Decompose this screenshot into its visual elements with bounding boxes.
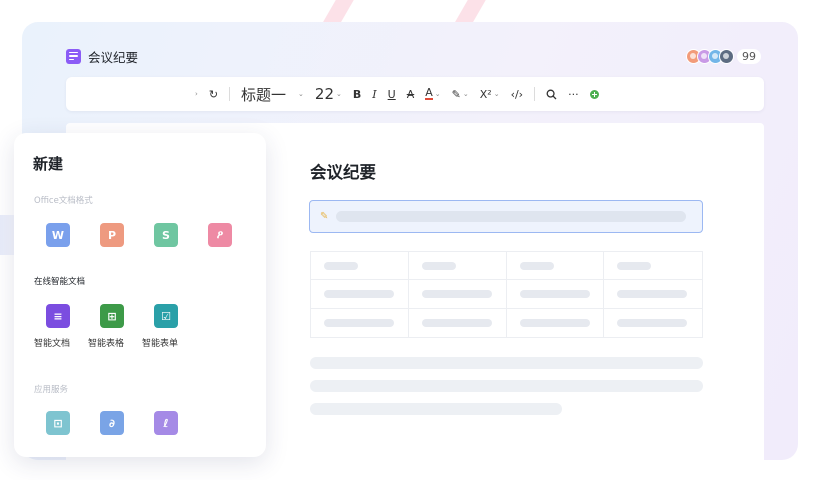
word-icon: W bbox=[46, 223, 70, 247]
chevron-down-icon: ⌄ bbox=[462, 90, 469, 98]
code-button[interactable]: ‹/› bbox=[511, 88, 524, 101]
app-items: ⊡ ∂ ℓ bbox=[34, 411, 196, 435]
insert-button[interactable] bbox=[589, 89, 599, 99]
highlighter-icon: ✎ bbox=[451, 87, 461, 101]
smart-section-label: 在线智能文档 bbox=[34, 277, 86, 287]
bold-button[interactable]: B bbox=[353, 88, 361, 101]
font-color-button[interactable]: A ⌄ bbox=[425, 86, 441, 100]
smart-items: ≡ 智能文档 ⊞ 智能表格 ☑ 智能表单 bbox=[34, 304, 196, 349]
table-cell bbox=[604, 280, 702, 309]
new-smart-doc[interactable]: ≡ 智能文档 bbox=[34, 304, 88, 349]
office-section-label: Office文档格式 bbox=[34, 196, 93, 206]
smart-sheet-icon: ⊞ bbox=[100, 304, 124, 328]
panel-title: 新建 bbox=[33, 155, 64, 173]
cell-skeleton bbox=[324, 289, 394, 298]
underline-button[interactable]: U bbox=[388, 88, 396, 101]
toolbar-divider bbox=[229, 87, 231, 101]
smart-form-label: 智能表单 bbox=[142, 339, 179, 349]
new-sheet-doc[interactable]: S bbox=[142, 223, 196, 247]
chevron-down-icon: ⌄ bbox=[493, 90, 500, 98]
cell-skeleton bbox=[519, 289, 590, 298]
font-color-icon: A bbox=[425, 86, 433, 100]
table-cell bbox=[604, 309, 702, 337]
pencil-icon: ✎ bbox=[320, 211, 329, 222]
highlight-button[interactable]: ✎ ⌄ bbox=[452, 88, 469, 101]
cell-skeleton bbox=[324, 318, 394, 327]
more-button[interactable]: ··· bbox=[568, 88, 579, 101]
cell-skeleton bbox=[617, 318, 688, 327]
heading-select[interactable]: 标题一 ⌄ bbox=[241, 84, 304, 105]
pdf-icon: ዖ bbox=[208, 223, 232, 247]
smart-form-icon: ☑ bbox=[154, 304, 178, 328]
cell-skeleton bbox=[421, 318, 492, 327]
table-cell bbox=[311, 252, 409, 281]
cell-skeleton bbox=[421, 289, 492, 298]
smart-doc-label: 智能文档 bbox=[34, 339, 71, 349]
document-header: 会议纪要 bbox=[66, 46, 138, 66]
cell-skeleton bbox=[617, 261, 652, 270]
app-service-item[interactable]: ℓ bbox=[142, 411, 196, 435]
app-service-item[interactable]: ⊡ bbox=[34, 411, 88, 435]
table-cell bbox=[506, 252, 605, 281]
cell-skeleton bbox=[421, 261, 456, 270]
superscript-button[interactable]: X² ⌄ bbox=[480, 88, 500, 101]
cell-skeleton bbox=[519, 318, 590, 327]
smart-doc-icon: ≡ bbox=[46, 304, 70, 328]
search-icon[interactable] bbox=[546, 89, 557, 100]
italic-button[interactable]: I bbox=[372, 88, 376, 101]
cell-skeleton bbox=[617, 289, 688, 298]
skeleton-line bbox=[310, 403, 562, 415]
table-cell bbox=[409, 308, 507, 337]
skeleton-lines bbox=[310, 357, 703, 426]
office-items: W P S ዖ bbox=[34, 223, 250, 247]
font-size-select[interactable]: 22 ⌄ bbox=[315, 85, 342, 103]
new-smart-form[interactable]: ☑ 智能表单 bbox=[142, 304, 196, 349]
table-cell bbox=[507, 308, 605, 337]
plus-icon bbox=[589, 89, 599, 99]
heading-value: 标题一 bbox=[241, 85, 287, 104]
chevron-down-icon: ⌄ bbox=[336, 90, 342, 98]
ai-input-box[interactable]: ✎ bbox=[309, 200, 703, 233]
spreadsheet-icon: S bbox=[154, 223, 178, 247]
app-loop-icon: ℓ bbox=[154, 411, 178, 435]
strikethrough-button[interactable]: A bbox=[407, 88, 415, 101]
app-section-label: 应用服务 bbox=[34, 385, 69, 395]
new-smart-sheet[interactable]: ⊞ 智能表格 bbox=[88, 304, 142, 349]
app-service-item[interactable]: ∂ bbox=[88, 411, 142, 435]
new-word-doc[interactable]: W bbox=[34, 223, 88, 247]
new-pdf-doc[interactable]: ዖ bbox=[196, 223, 250, 247]
table-cell bbox=[604, 252, 702, 281]
cell-skeleton bbox=[324, 261, 358, 270]
collaborator-count: 99 bbox=[737, 48, 761, 64]
collaborators[interactable]: 99 bbox=[686, 46, 761, 66]
document-icon bbox=[66, 48, 81, 64]
skeleton-line bbox=[310, 380, 703, 392]
redo-icon[interactable]: ↻ bbox=[209, 88, 218, 101]
skeleton-table bbox=[310, 251, 703, 338]
new-document-panel: 新建 Office文档格式 W P S ዖ 在线智能文档 ≡ 智能文档 ⊞ 智能… bbox=[14, 133, 266, 457]
formatting-toolbar: › ↻ 标题一 ⌄ 22 ⌄ B I U A A ⌄ ✎ ⌄ X² ⌄ ‹/› … bbox=[66, 77, 764, 111]
table-cell bbox=[408, 280, 507, 309]
app-grid-icon: ⊡ bbox=[46, 411, 70, 435]
avatar[interactable] bbox=[719, 48, 734, 64]
font-size-value: 22 bbox=[314, 85, 335, 103]
cell-skeleton bbox=[519, 261, 554, 270]
toolbar-divider bbox=[534, 87, 536, 101]
skeleton-line bbox=[310, 357, 703, 369]
table-cell bbox=[506, 280, 605, 309]
chevron-down-icon: ⌄ bbox=[298, 90, 304, 98]
chevron-down-icon: ⌄ bbox=[434, 90, 441, 98]
page-title[interactable]: 会议纪要 bbox=[310, 159, 376, 183]
placeholder-skeleton bbox=[336, 211, 687, 222]
table-cell bbox=[408, 252, 507, 281]
powerpoint-icon: P bbox=[100, 223, 124, 247]
document-title[interactable]: 会议纪要 bbox=[88, 47, 138, 66]
toolbar-overflow-arrow[interactable]: › bbox=[193, 90, 198, 98]
table-cell bbox=[311, 308, 409, 337]
app-link-icon: ∂ bbox=[100, 411, 124, 435]
smart-sheet-label: 智能表格 bbox=[88, 339, 125, 349]
new-ppt-doc[interactable]: P bbox=[88, 223, 142, 247]
table-cell bbox=[311, 280, 409, 309]
superscript-icon: X² bbox=[479, 87, 492, 101]
